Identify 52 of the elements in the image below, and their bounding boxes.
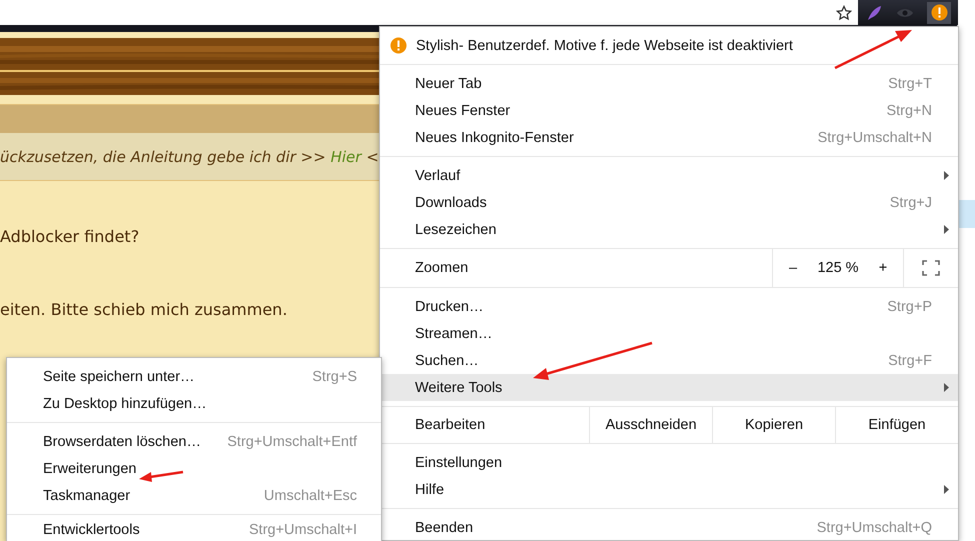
menu-item[interactable]: Lesezeichen xyxy=(380,216,958,243)
paragraph-text: Adblocker findet? xyxy=(0,226,140,246)
submenu-arrow-icon xyxy=(944,383,948,392)
shortcut-text: Strg+J xyxy=(890,194,932,210)
shortcut-text: Strg+Umschalt+Q xyxy=(816,520,932,536)
shortcut-text: Strg+P xyxy=(887,298,932,314)
menu-item[interactable]: Seite speichern unter… Strg+S xyxy=(7,363,381,390)
warning-icon xyxy=(390,37,407,54)
menu-label: Bearbeiten xyxy=(415,417,486,433)
star-icon[interactable] xyxy=(836,4,852,20)
menu-item[interactable]: Drucken… Strg+P xyxy=(380,293,958,320)
shortcut-text: Umschalt+Esc xyxy=(264,488,357,504)
shortcut-text: Strg+Umschalt+Entf xyxy=(227,434,357,450)
annotation-arrow xyxy=(139,470,184,482)
menu-item[interactable]: Hilfe xyxy=(380,476,958,503)
menu-item[interactable]: Zu Desktop hinzufügen… xyxy=(7,390,381,417)
edit-button[interactable]: Kopieren xyxy=(712,407,835,443)
menu-item[interactable]: Entwicklertools Strg+Umschalt+I xyxy=(7,516,381,541)
zoom-in-button[interactable]: + xyxy=(863,249,903,287)
menu-item[interactable]: Browserdaten löschen… Strg+Umschalt+Entf xyxy=(7,428,381,455)
menu-item[interactable]: Weitere Tools xyxy=(380,374,958,401)
menu-item[interactable]: Beenden Strg+Umschalt+Q xyxy=(380,514,958,540)
submenu-arrow-icon xyxy=(944,225,948,234)
shortcut-text: Strg+T xyxy=(888,76,932,92)
menu-item[interactable]: Neues Fenster Strg+N xyxy=(380,97,958,124)
shortcut-text: Strg+F xyxy=(888,352,932,368)
edit-button[interactable]: Ausschneiden xyxy=(589,407,712,443)
zoom-value: 125 % xyxy=(816,260,860,276)
menu-item[interactable]: Verlauf xyxy=(380,162,958,189)
menu-label: Zoomen xyxy=(415,260,470,276)
submenu-arrow-icon xyxy=(944,485,948,494)
menu-item[interactable]: Streamen… xyxy=(380,320,958,347)
menu-item[interactable]: Erweiterungen xyxy=(7,455,381,482)
row-highlight xyxy=(958,200,975,228)
menu-item[interactable]: Taskmanager Umschalt+Esc xyxy=(7,482,381,509)
warning-icon[interactable] xyxy=(930,4,948,21)
shortcut-text: Strg+Umschalt+N xyxy=(818,130,932,146)
menu-item[interactable]: Einstellungen xyxy=(380,449,958,476)
shortcut-text: Strg+N xyxy=(886,102,932,118)
menu-item[interactable]: Neues Inkognito-Fenster Strg+Umschalt+N xyxy=(380,124,958,151)
shortcut-text: Strg+Umschalt+I xyxy=(249,522,357,538)
paragraph-text: eiten. Bitte schieb mich zusammen. xyxy=(0,299,288,319)
menu-item[interactable]: Neuer Tab Strg+T xyxy=(380,70,958,97)
warning-text: Stylish- Benutzerdef. Motive f. jede Webseite ist deaktiviert xyxy=(416,38,793,54)
submenu-arrow-icon xyxy=(944,171,948,180)
menu-item[interactable]: Suchen… Strg+F xyxy=(380,347,958,374)
edit-button[interactable]: Einfügen xyxy=(835,407,958,443)
zoom-out-button[interactable]: – xyxy=(773,249,813,287)
fullscreen-icon xyxy=(922,260,940,276)
notice-text: ückzusetzen, die Anleitung gebe ich dir >> Hier < xyxy=(0,148,379,166)
shortcut-text: Strg+S xyxy=(312,368,357,384)
menu-item[interactable]: Downloads Strg+J xyxy=(380,189,958,216)
